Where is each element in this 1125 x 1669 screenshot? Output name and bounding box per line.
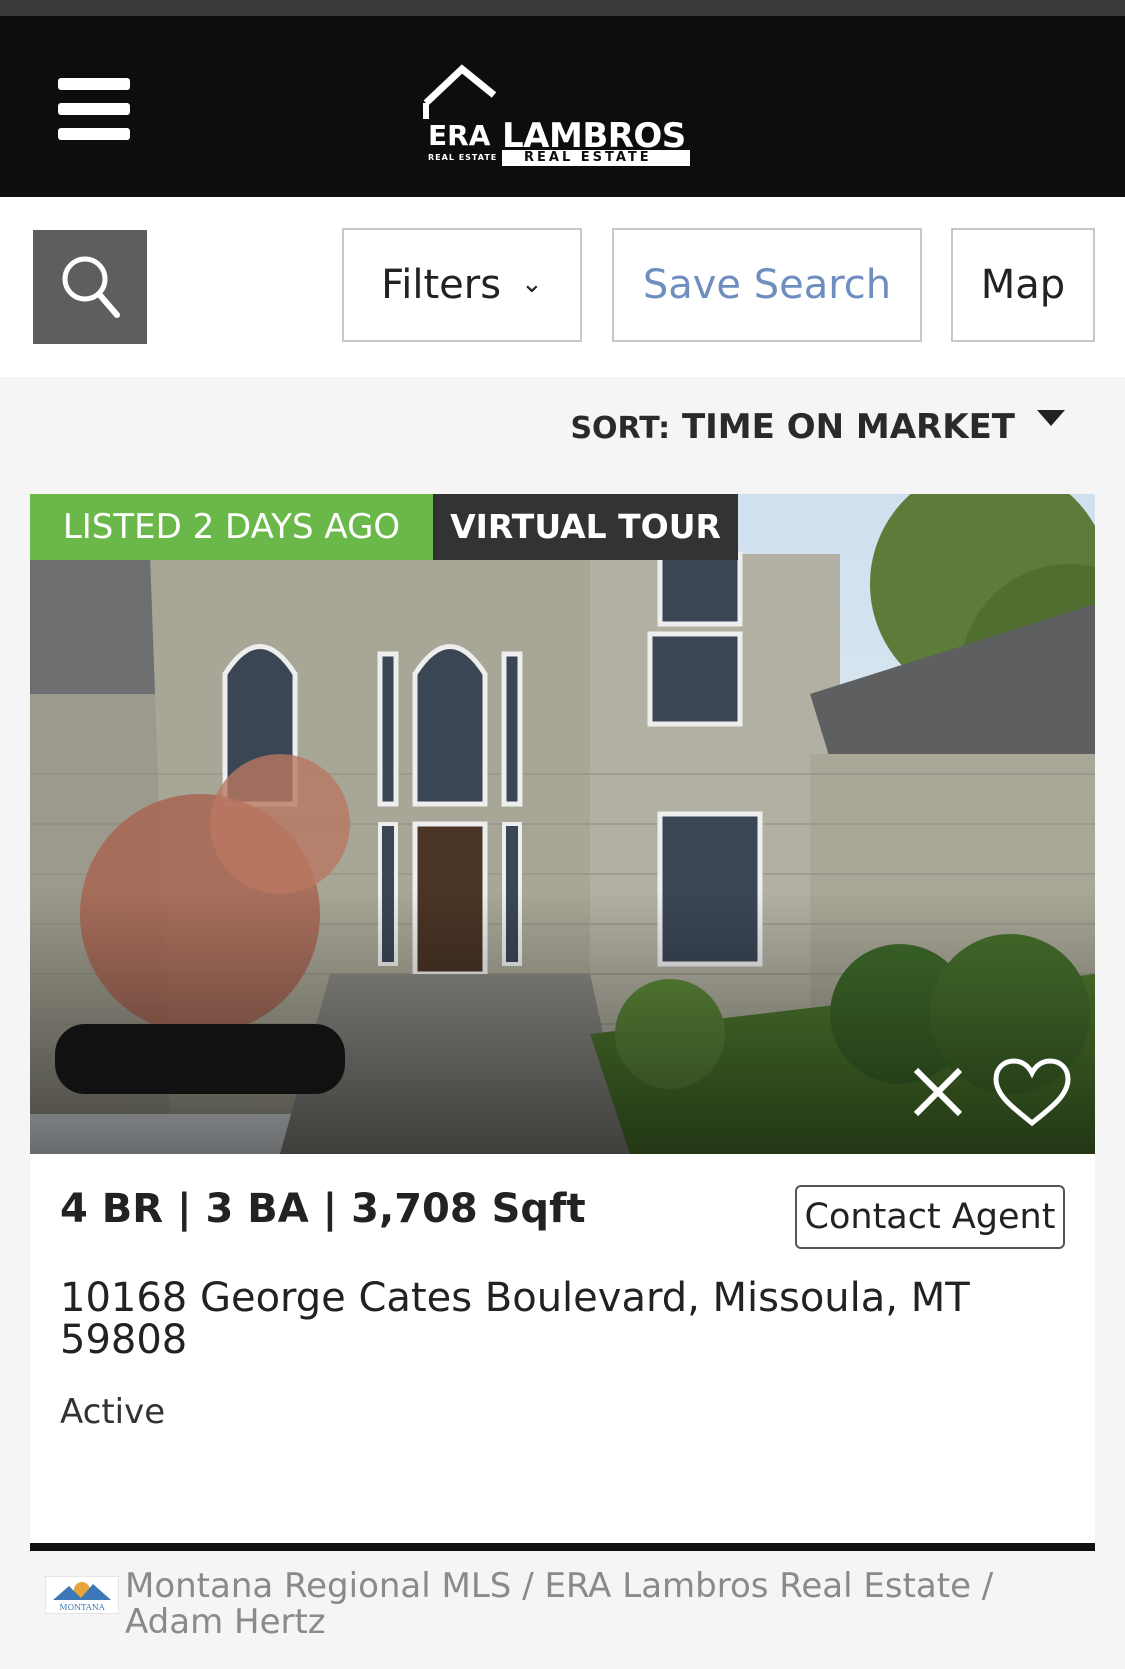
caret-down-icon — [1037, 410, 1065, 426]
filters-button[interactable]: Filters ⌄ — [342, 228, 582, 342]
listing-card[interactable]: LISTED 2 DAYS AGO VIRTUAL TOUR 4 BR | 3 … — [30, 494, 1095, 1551]
sort-row: SORT: TIME ON MARKET — [0, 377, 1125, 472]
menu-icon[interactable] — [58, 78, 130, 140]
map-button[interactable]: Map — [951, 228, 1095, 342]
close-icon[interactable] — [910, 1064, 966, 1120]
card-bottom-bar — [30, 1543, 1095, 1551]
sort-label: SORT: — [570, 411, 671, 446]
sort-dropdown[interactable]: SORT: TIME ON MARKET — [570, 407, 1065, 447]
search-button[interactable] — [33, 230, 147, 344]
listed-badge: LISTED 2 DAYS AGO — [30, 494, 433, 560]
listing-specs: 4 BR | 3 BA | 3,708 Sqft — [60, 1186, 586, 1232]
era-lambros-logo[interactable]: ERA REAL ESTATE LAMBROS REAL ESTATE — [420, 61, 700, 171]
logo-sub: REAL ESTATE — [524, 150, 652, 165]
search-toolbar: Filters ⌄ Save Search Map — [0, 197, 1125, 377]
site-header: ERA REAL ESTATE LAMBROS REAL ESTATE — [0, 16, 1125, 197]
search-icon — [62, 256, 120, 318]
logo-era: ERA — [428, 119, 491, 152]
filters-label: Filters — [381, 262, 502, 308]
logo-sub-bar: REAL ESTATE — [502, 150, 690, 166]
contact-agent-button[interactable]: Contact Agent — [795, 1185, 1065, 1249]
sort-value: TIME ON MARKET — [681, 407, 1015, 447]
chevron-down-icon: ⌄ — [521, 269, 543, 299]
status-strip — [0, 0, 1125, 16]
mls-attribution-text: Montana Regional MLS / ERA Lambros Real … — [125, 1566, 994, 1642]
logo-era-sub: REAL ESTATE — [428, 153, 498, 162]
svg-text:MONTANA: MONTANA — [59, 1603, 104, 1612]
listing-status: Active — [60, 1392, 166, 1432]
save-search-button[interactable]: Save Search — [612, 228, 922, 342]
virtual-tour-badge[interactable]: VIRTUAL TOUR — [433, 494, 738, 560]
listing-address[interactable]: 10168 George Cates Boulevard, Missoula, … — [60, 1277, 1020, 1361]
listing-photo[interactable]: LISTED 2 DAYS AGO VIRTUAL TOUR — [30, 494, 1095, 1154]
montana-mls-logo: MONTANA — [45, 1576, 119, 1614]
heart-icon[interactable] — [992, 1057, 1072, 1129]
